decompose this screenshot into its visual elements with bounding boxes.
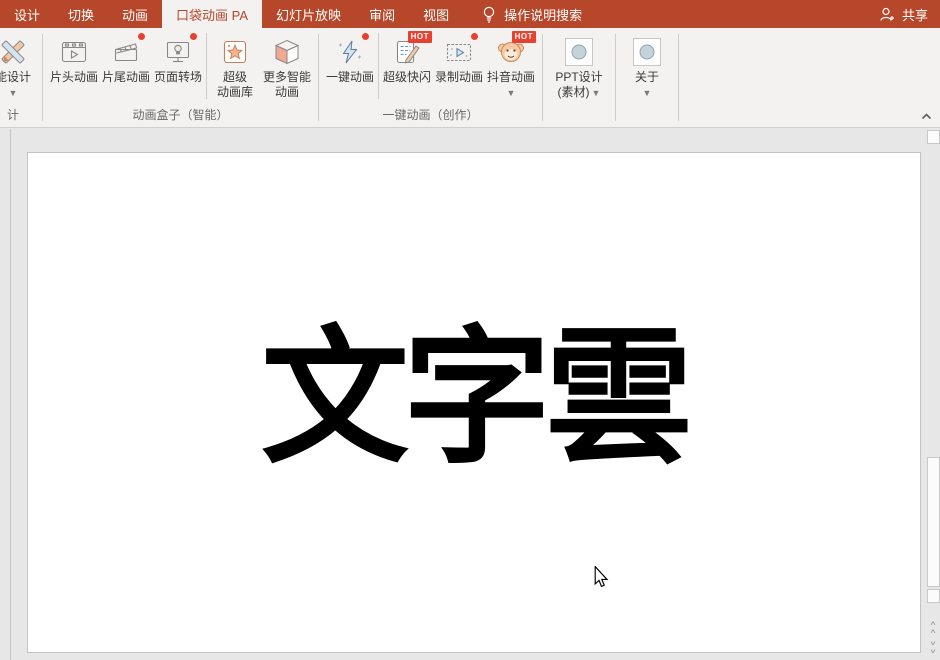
notepad-pencil-icon: HOT (390, 31, 432, 70)
collapse-ribbon-button[interactable] (918, 109, 934, 123)
chevron-down-icon: ▼ (8, 88, 18, 98)
button-label: 抖音动画 (486, 70, 535, 84)
group-ppt-design: PPT设计 (素材) ▼ (545, 30, 613, 127)
star-box-icon (218, 34, 252, 70)
red-dot-badge (189, 32, 198, 41)
scrollbar-up-button[interactable] (927, 130, 940, 144)
chevron-down-icon: ▼ (642, 88, 652, 98)
group-divider (542, 34, 543, 121)
red-dot-badge (470, 32, 479, 41)
next-slide-button[interactable]: ˅ ˅ (928, 641, 938, 657)
tell-me-search[interactable]: 操作说明搜索 (471, 0, 592, 28)
thumbnail-pane-edge[interactable] (10, 129, 11, 660)
page-transition-button[interactable]: 页面转场 (152, 30, 204, 85)
super-flash-button[interactable]: HOT 超级快闪 (381, 30, 433, 85)
red-dot-badge (137, 32, 146, 41)
scrollbar-down-button[interactable] (927, 589, 940, 603)
button-label: 超级快闪 (382, 70, 431, 84)
lightbulb-icon (481, 5, 497, 23)
share-label: 共享 (901, 7, 928, 23)
group-about: 关于 ▼ (618, 30, 676, 127)
circle-tile-icon (630, 34, 664, 70)
ribbon: 能设计 ▼ 计 片头动画 片尾动画 页面转场 超级 动画库 更多智能 动画 动画… (0, 28, 940, 128)
group-one-click-animation: 一键动画 HOT 超级快闪 录制动画 HOT 抖音动画 ▼ 一键动画（创作） (321, 30, 540, 127)
chevron-down-icon: ▼ (506, 88, 516, 98)
button-label: 更多智能 动画 (262, 70, 311, 99)
hot-badge: HOT (511, 31, 536, 43)
record-animation-button[interactable]: 录制动画 (433, 30, 485, 85)
clapperboard-icon (109, 32, 146, 70)
smart-design-label: 能设计 (0, 70, 31, 84)
cube-icon (270, 34, 304, 70)
tab-slideshow[interactable]: 幻灯片放映 (262, 0, 355, 28)
about-button[interactable]: 关于 ▼ (621, 30, 673, 98)
group-label-animation-box: 动画盒子（智能） (132, 108, 229, 122)
button-label: 一键动画 (325, 70, 374, 84)
crossed-pencils-icon (0, 34, 30, 70)
douyin-animation-button[interactable]: HOT 抖音动画 ▼ (485, 30, 537, 98)
intro-animation-button[interactable]: 片头动画 (48, 30, 100, 85)
editing-workspace: 文字雲 ˄ ˄ ˅ ˅ (0, 129, 940, 660)
button-label: 关于 (634, 70, 659, 84)
share-button[interactable]: 共享 (867, 0, 940, 28)
ribbon-tab-bar: 设计 切换 动画 口袋动画 PA 幻灯片放映 审阅 视图 操作说明搜索 共享 (0, 0, 940, 28)
tab-review[interactable]: 审阅 (355, 0, 409, 28)
group-divider (318, 34, 319, 121)
tab-pocket-animation[interactable]: 口袋动画 PA (162, 0, 263, 28)
tab-view[interactable]: 视图 (409, 0, 463, 28)
group-divider (678, 34, 679, 121)
monitor-bulb-icon (161, 32, 198, 70)
group-label-clipped: 计 (6, 108, 19, 122)
lightning-icon (333, 32, 370, 70)
tell-me-label: 操作说明搜索 (504, 7, 583, 23)
group-divider (42, 34, 43, 121)
tab-transitions[interactable]: 切换 (54, 0, 108, 28)
tab-design[interactable]: 设计 (0, 0, 54, 28)
super-animation-library-button[interactable]: 超级 动画库 (209, 30, 261, 100)
share-person-icon (879, 6, 896, 23)
previous-slide-button[interactable]: ˄ ˄ (928, 621, 938, 637)
inner-divider (378, 33, 379, 99)
button-label: 录制动画 (434, 70, 483, 84)
tab-animations[interactable]: 动画 (108, 0, 162, 28)
slide-title-text[interactable]: 文字雲 (261, 323, 693, 471)
button-label: 片尾动画 (101, 70, 150, 84)
chevron-down-icon: ▼ (591, 88, 601, 98)
group-smart-design: 能设计 ▼ 计 (0, 30, 40, 127)
red-dot-badge (361, 32, 370, 41)
smart-design-button[interactable]: 能设计 ▼ (0, 30, 39, 98)
circle-tile-icon (562, 34, 596, 70)
video-player-icon (57, 34, 91, 70)
ppt-design-button[interactable]: PPT设计 (素材) ▼ (548, 30, 610, 101)
button-label: 片头动画 (49, 70, 98, 84)
scrollbar-thumb[interactable] (927, 457, 940, 587)
more-smart-animation-button[interactable]: 更多智能 动画 (261, 30, 313, 100)
inner-divider (206, 33, 207, 99)
slide-canvas[interactable]: 文字雲 (27, 152, 921, 653)
button-label: 页面转场 (153, 70, 202, 84)
record-frame-icon (442, 32, 479, 70)
button-label: PPT设计 (素材) ▼ (555, 70, 603, 99)
group-label-one-click: 一键动画（创作） (382, 108, 479, 122)
group-animation-box: 片头动画 片尾动画 页面转场 超级 动画库 更多智能 动画 动画盒子（智能） (45, 30, 316, 127)
outro-animation-button[interactable]: 片尾动画 (100, 30, 152, 85)
button-label: 超级 动画库 (216, 70, 253, 99)
one-click-animation-button[interactable]: 一键动画 (324, 30, 376, 85)
monkey-face-icon: HOT (494, 31, 536, 70)
group-divider (615, 34, 616, 121)
hot-badge: HOT (407, 31, 432, 43)
